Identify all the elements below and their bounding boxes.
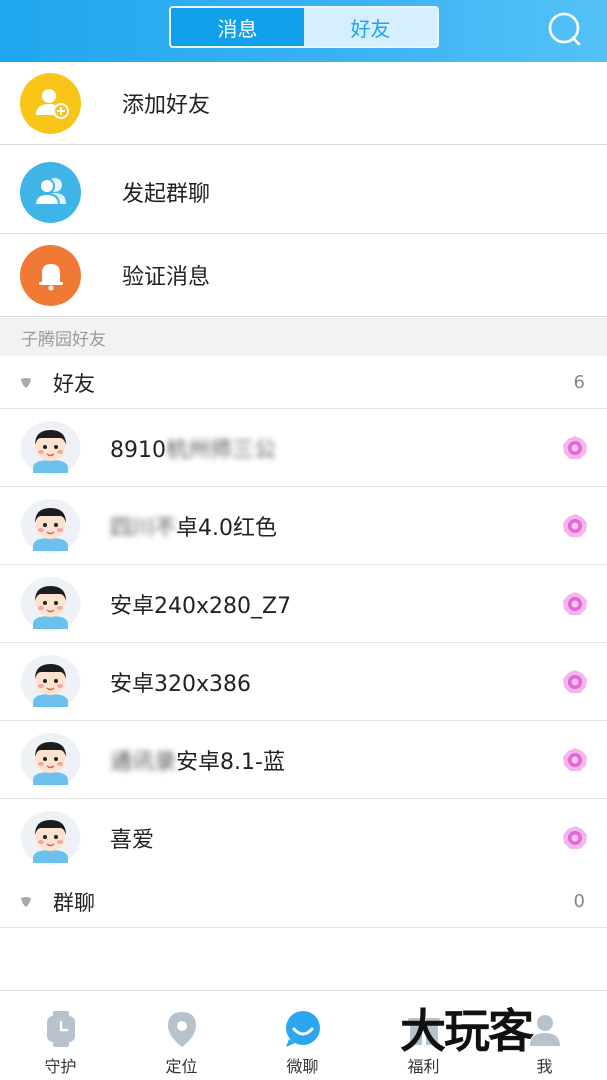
friend-row[interactable]: 安卓240x280_Z7 bbox=[0, 565, 607, 643]
add-friend-label: 添加好友 bbox=[122, 93, 211, 118]
bell-icon bbox=[20, 244, 81, 306]
online-status-icon bbox=[562, 513, 588, 539]
friends-group-count: 6 bbox=[573, 372, 585, 393]
friend-name-text: 安卓320x386 bbox=[110, 671, 252, 697]
friend-name-redacted: 通讯录 bbox=[110, 749, 177, 775]
friend-row[interactable]: 四川不卓4.0红色 bbox=[0, 487, 607, 565]
friend-name: 通讯录安卓8.1-蓝 bbox=[110, 744, 285, 776]
top-header: 消息 好友 bbox=[0, 0, 607, 62]
collapse-indicator-icon bbox=[21, 896, 31, 907]
group-chat-row[interactable]: 发起群聊 bbox=[0, 151, 607, 234]
avatar bbox=[20, 576, 81, 632]
add-friend-icon bbox=[20, 72, 81, 134]
tab-guard[interactable]: 守护 bbox=[0, 991, 121, 1080]
tab-chat[interactable]: 微聊 bbox=[242, 991, 363, 1080]
friend-name-redacted: 四川不 bbox=[110, 515, 177, 541]
friend-name-redacted: 杭州师三公 bbox=[166, 437, 277, 463]
friend-name: 安卓320x386 bbox=[110, 666, 251, 698]
tab-location-label: 定位 bbox=[165, 1057, 198, 1076]
verify-message-row[interactable]: 验证消息 bbox=[0, 234, 607, 317]
tab-chat-label: 微聊 bbox=[286, 1057, 319, 1076]
avatar bbox=[20, 810, 81, 866]
group-chat-icon bbox=[20, 161, 81, 223]
friend-name-text: 8910 bbox=[110, 437, 166, 463]
online-status-icon bbox=[562, 591, 588, 617]
tab-messages[interactable]: 消息 bbox=[171, 8, 304, 46]
friend-name-text: 卓4.0红色 bbox=[176, 515, 278, 541]
avatar bbox=[20, 498, 81, 554]
tab-location[interactable]: 定位 bbox=[121, 991, 242, 1080]
chat-smile-icon bbox=[285, 1011, 320, 1047]
location-pin-icon bbox=[167, 1012, 196, 1047]
friend-row[interactable]: 通讯录安卓8.1-蓝 bbox=[0, 721, 607, 799]
online-status-icon bbox=[562, 435, 588, 461]
groups-group-label: 群聊 bbox=[53, 890, 95, 915]
section-title: 子腾园好友 bbox=[0, 318, 607, 356]
group-chat-label: 发起群聊 bbox=[122, 182, 211, 207]
online-status-icon bbox=[562, 825, 588, 851]
add-friend-row[interactable]: 添加好友 bbox=[0, 62, 607, 145]
friend-row[interactable]: 8910杭州师三公 bbox=[0, 409, 607, 487]
avatar bbox=[20, 732, 81, 788]
watch-icon bbox=[46, 1011, 75, 1047]
groups-group-count: 0 bbox=[573, 891, 585, 912]
friend-name: 四川不卓4.0红色 bbox=[110, 510, 277, 542]
friend-row[interactable]: 安卓320x386 bbox=[0, 643, 607, 721]
online-status-icon bbox=[562, 747, 588, 773]
friend-name-text: 安卓240x280_Z7 bbox=[110, 593, 292, 619]
friend-row[interactable]: 喜爱 bbox=[0, 799, 607, 877]
friend-name: 喜爱 bbox=[110, 822, 154, 854]
tab-friends[interactable]: 好友 bbox=[304, 8, 437, 46]
groups-group-header[interactable]: 群聊 0 bbox=[0, 876, 607, 928]
watermark-logo: 大玩客 bbox=[400, 1004, 534, 1058]
tab-guard-label: 守护 bbox=[44, 1057, 77, 1076]
segmented-control: 消息 好友 bbox=[169, 6, 439, 48]
avatar bbox=[20, 654, 81, 710]
friends-group-header[interactable]: 好友 6 bbox=[0, 357, 607, 409]
collapse-indicator-icon bbox=[21, 377, 31, 388]
friend-name-text: 喜爱 bbox=[110, 827, 155, 853]
search-icon[interactable] bbox=[545, 10, 585, 50]
friend-name: 8910杭州师三公 bbox=[110, 432, 276, 464]
verify-message-label: 验证消息 bbox=[122, 265, 211, 290]
online-status-icon bbox=[562, 669, 588, 695]
friend-name: 安卓240x280_Z7 bbox=[110, 588, 291, 620]
avatar bbox=[20, 420, 81, 476]
friend-name-text: 安卓8.1-蓝 bbox=[176, 749, 285, 775]
friends-group-label: 好友 bbox=[53, 371, 95, 396]
